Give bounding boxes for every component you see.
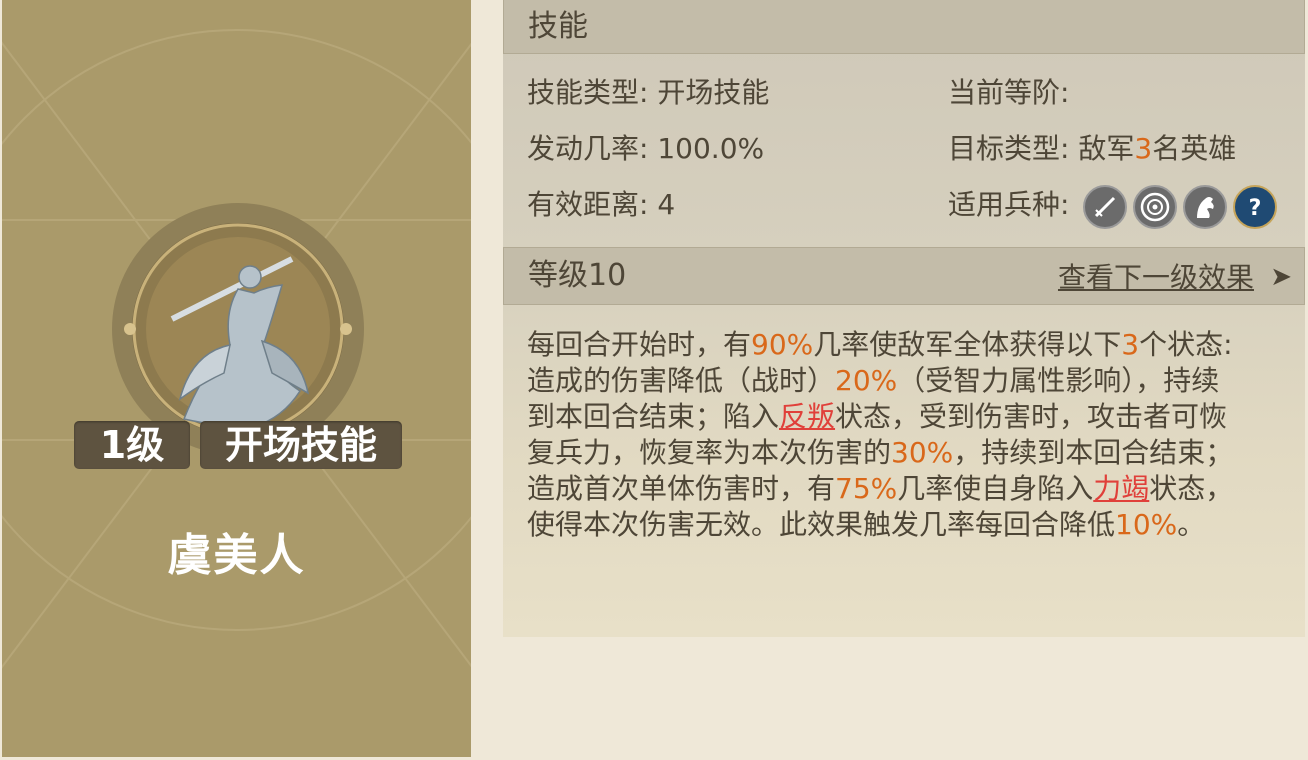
current-rank-row: 当前等阶: [948, 73, 1069, 113]
skill-type-badge: 开场技能 [200, 421, 402, 469]
range-value: 4 [657, 188, 676, 221]
range-label: 有效距离: [527, 188, 649, 221]
level-header-bar: 等级10 查看下一级效果 ➤ [503, 247, 1305, 305]
description-text: 状态，受到伤害时，攻击者可恢 [835, 400, 1228, 433]
description-text: 几率使自身陷入 [897, 472, 1094, 505]
highlight-value: 75% [835, 472, 898, 505]
description-line: 造成的伤害降低（战时）20%（受智力属性影响），持续 [527, 363, 1287, 399]
description-text: 几率使敌军全体获得以下 [813, 328, 1122, 361]
description-text: 到本回合结束；陷入 [527, 400, 780, 433]
description-line: 造成首次单体伤害时，有75%几率使自身陷入力竭状态， [527, 471, 1287, 507]
dancer-icon [132, 223, 344, 435]
trigger-rate-label: 发动几率: [527, 132, 649, 165]
description-line: 使得本次伤害无效。此效果触发几率每回合降低10%。 [527, 507, 1287, 543]
target-type-post: 名英雄 [1152, 132, 1237, 165]
level-header-title: 等级10 [528, 258, 627, 293]
hero-card: 1级 开场技能 虞美人 [2, 0, 471, 757]
description-text: 。 [1177, 508, 1206, 541]
question-icon[interactable]: ? [1233, 185, 1277, 229]
target-type-label: 目标类型: [948, 132, 1070, 165]
highlight-value: 20% [835, 364, 898, 397]
target-icon[interactable] [1133, 185, 1177, 229]
skill-header-title: 技能 [528, 9, 588, 44]
description-text: 造成首次单体伤害时，有 [527, 472, 836, 505]
hero-portrait [124, 223, 352, 435]
horse-icon[interactable] [1183, 185, 1227, 229]
description-line: 每回合开始时，有90%几率使敌军全体获得以下3个状态: [527, 327, 1287, 363]
level-badge: 1级 [74, 421, 190, 469]
arrow-right-icon[interactable]: ➤ [1270, 258, 1292, 296]
frame-stud-left [124, 323, 136, 335]
description-text: 使得本次伤害无效。此效果触发几率每回合降低 [527, 508, 1116, 541]
skill-type-label: 技能类型: [527, 76, 649, 109]
skill-description: 每回合开始时，有90%几率使敌军全体获得以下3个状态: 造成的伤害降低（战时）20… [527, 327, 1287, 543]
description-text: 每回合开始时，有 [527, 328, 752, 361]
troop-type-label: 适用兵种: [948, 188, 1070, 221]
target-count: 3 [1134, 132, 1153, 165]
hero-name: 虞美人 [167, 530, 306, 581]
svg-text:?: ? [1249, 196, 1262, 221]
description-line: 复兵力，恢复率为本次伤害的30%，持续到本回合结束； [527, 435, 1287, 471]
highlight-value: 30% [891, 436, 954, 469]
skill-type-row: 技能类型: 开场技能 [527, 73, 769, 113]
status-keyword[interactable]: 反叛 [779, 400, 835, 433]
description-text: 个状态: [1139, 328, 1233, 361]
description-text: 状态， [1149, 472, 1234, 505]
highlight-value: 3 [1121, 328, 1140, 361]
status-keyword[interactable]: 力竭 [1093, 472, 1149, 505]
target-type-row: 目标类型: 敌军3名英雄 [948, 129, 1236, 169]
highlight-value: 90% [751, 328, 814, 361]
target-type-pre: 敌军 [1078, 132, 1135, 165]
trigger-rate-row: 发动几率: 100.0% [527, 129, 764, 169]
description-text: （受智力属性影响），持续 [897, 364, 1220, 397]
sword-icon[interactable] [1083, 185, 1127, 229]
hero-portrait-frame[interactable] [112, 203, 364, 455]
highlight-value: 10% [1115, 508, 1178, 541]
trigger-rate-value: 100.0% [657, 132, 765, 165]
description-text: 复兵力，恢复率为本次伤害的 [527, 436, 892, 469]
range-row: 有效距离: 4 [527, 185, 675, 225]
skill-type-value: 开场技能 [657, 76, 770, 109]
next-level-link[interactable]: 查看下一级效果 [1058, 259, 1254, 297]
description-text: 造成的伤害降低（战时） [527, 364, 836, 397]
current-rank-label: 当前等阶: [948, 76, 1070, 109]
troop-type-row: 适用兵种: [948, 185, 1069, 225]
skill-header-bar: 技能 [503, 0, 1305, 54]
description-line: 到本回合结束；陷入反叛状态，受到伤害时，攻击者可恢 [527, 399, 1287, 435]
frame-stud-right [340, 323, 352, 335]
description-text: ，持续到本回合结束； [953, 436, 1234, 469]
